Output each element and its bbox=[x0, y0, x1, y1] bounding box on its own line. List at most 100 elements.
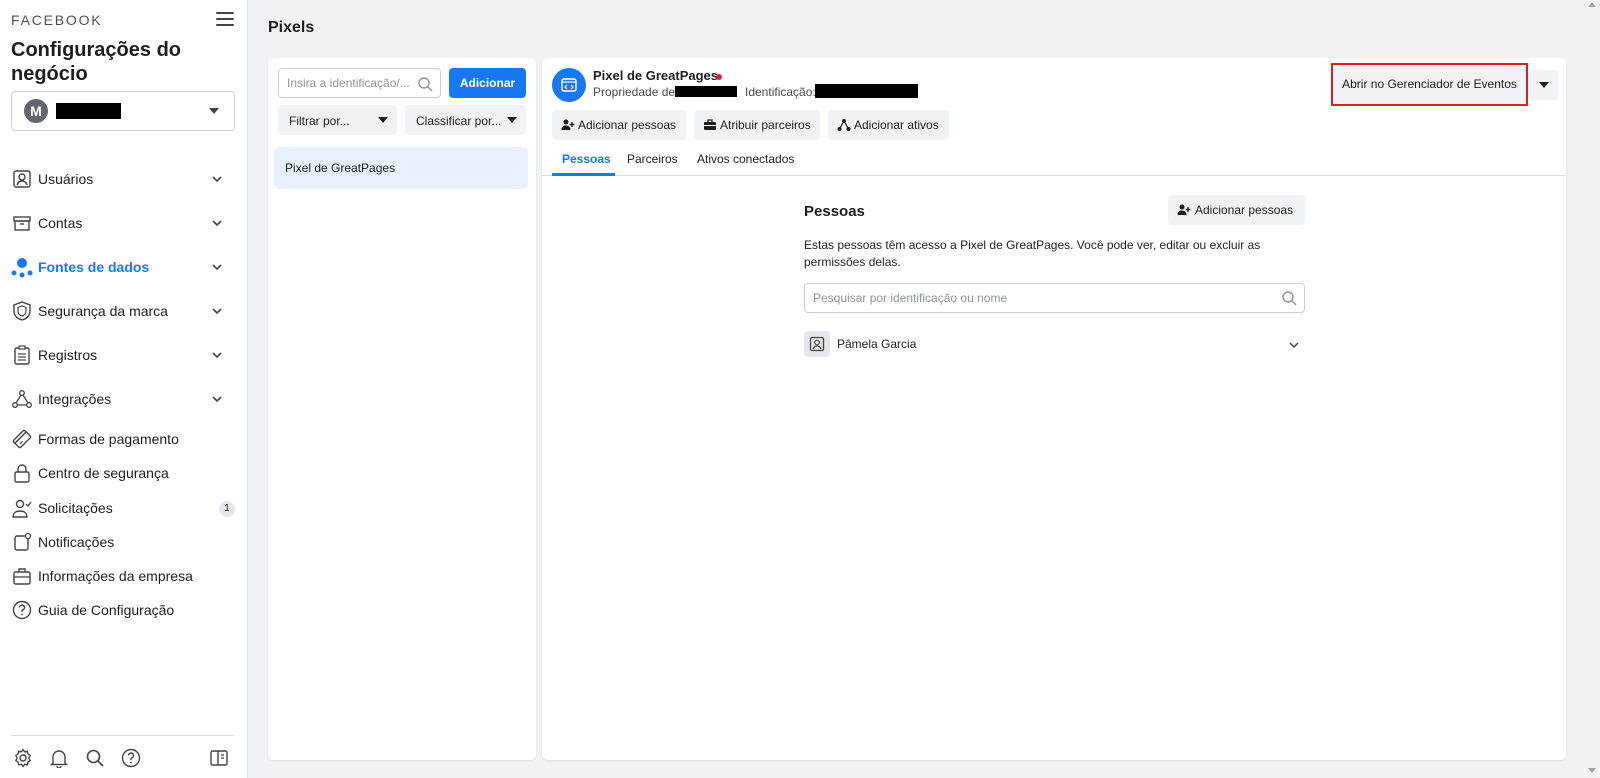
sidebar-item-brand-safety[interactable]: Segurança da marca bbox=[0, 295, 248, 327]
notification-icon bbox=[11, 531, 33, 553]
chevron-down-icon bbox=[212, 352, 222, 359]
scroll-up-arrow[interactable] bbox=[1588, 2, 1596, 7]
assign-partners-button[interactable]: Atribuir parceiros bbox=[694, 110, 820, 140]
list-item[interactable]: Pixel de GreatPages bbox=[274, 147, 528, 189]
sidebar-item-label: Solicitações bbox=[38, 500, 113, 516]
pixel-search[interactable] bbox=[278, 68, 441, 98]
requests-count-badge: 1 bbox=[219, 501, 235, 517]
redacted-owner bbox=[675, 86, 737, 97]
menu-icon[interactable] bbox=[216, 12, 234, 28]
add-people-button[interactable]: Adicionar pessoas bbox=[552, 110, 686, 140]
help-icon[interactable] bbox=[121, 748, 141, 768]
sidebar-item-label: Notificações bbox=[38, 534, 115, 550]
chevron-down-icon bbox=[212, 264, 222, 271]
data-sources-icon bbox=[11, 256, 33, 278]
redacted-id bbox=[815, 84, 918, 98]
sidebar-item-label: Segurança da marca bbox=[38, 303, 168, 319]
sidebar-item-setup-guide[interactable]: Guia de Configuração bbox=[0, 594, 248, 626]
business-settings-title: Configurações do negócio bbox=[11, 39, 182, 85]
sidebar-item-requests[interactable]: Solicitações 1 bbox=[0, 492, 248, 524]
sidebar-item-label: Centro de segurança bbox=[38, 465, 169, 481]
active-tab-indicator bbox=[552, 173, 615, 176]
add-person-icon bbox=[1177, 204, 1191, 215]
filter-dropdown[interactable]: Filtrar por... bbox=[278, 105, 397, 135]
pixel-detail-panel: Pixel de GreatPages Propriedade de: Iden… bbox=[542, 58, 1566, 760]
sort-dropdown[interactable]: Classificar por... bbox=[405, 105, 526, 135]
briefcase-icon bbox=[704, 119, 716, 130]
person-icon bbox=[804, 331, 830, 357]
chevron-down-icon bbox=[212, 308, 222, 315]
sidebar-item-business-info[interactable]: Informações da empresa bbox=[0, 560, 248, 592]
panel-toggle-icon[interactable] bbox=[209, 748, 229, 768]
assign-partners-label: Atribuir parceiros bbox=[720, 118, 811, 132]
integrations-icon bbox=[11, 388, 33, 410]
gear-icon[interactable] bbox=[13, 748, 33, 768]
search-icon[interactable] bbox=[85, 748, 105, 768]
chevron-down-icon[interactable] bbox=[1288, 339, 1300, 351]
add-pixel-button[interactable]: Adicionar bbox=[449, 68, 526, 98]
add-assets-button[interactable]: Adicionar ativos bbox=[828, 110, 949, 140]
search-icon bbox=[1282, 291, 1297, 306]
people-description: Estas pessoas têm acesso a Pixel de Grea… bbox=[804, 238, 1261, 269]
chevron-down-icon bbox=[212, 220, 222, 227]
more-options-dropdown[interactable] bbox=[1530, 70, 1558, 100]
pixel-search-input[interactable] bbox=[287, 76, 417, 90]
lock-icon bbox=[11, 462, 33, 484]
sidebar-item-notifications[interactable]: Notificações bbox=[0, 526, 248, 558]
credit-card-icon bbox=[11, 428, 33, 450]
sidebar-item-label: Contas bbox=[38, 215, 83, 231]
sidebar-item-label: Integrações bbox=[38, 391, 112, 407]
avatar: M bbox=[24, 99, 48, 123]
caret-down-icon bbox=[507, 117, 517, 123]
add-people-secondary-button[interactable]: Adicionar pessoas bbox=[1168, 195, 1305, 225]
sidebar-item-label: Usuários bbox=[38, 171, 94, 187]
sidebar-item-label: Formas de pagamento bbox=[38, 431, 179, 447]
sidebar-footer bbox=[11, 735, 235, 778]
tab-people[interactable]: Pessoas bbox=[562, 152, 611, 166]
sidebar-item-accounts[interactable]: Contas bbox=[0, 207, 248, 239]
sidebar-item-security-center[interactable]: Centro de segurança bbox=[0, 457, 248, 489]
pixel-list-panel: Adicionar Filtrar por... Classificar por… bbox=[268, 58, 536, 760]
add-people-label: Adicionar pessoas bbox=[1195, 203, 1294, 217]
sidebar-item-label: Registros bbox=[38, 347, 98, 363]
page-title: Pixels bbox=[268, 19, 315, 36]
filter-label: Filtrar por... bbox=[289, 114, 350, 128]
sidebar-item-label: Guia de Configuração bbox=[38, 602, 175, 618]
people-search[interactable] bbox=[804, 283, 1305, 313]
sort-label: Classificar por... bbox=[416, 114, 502, 128]
person-check-icon bbox=[11, 497, 33, 519]
help-icon bbox=[11, 599, 33, 621]
id-label: Identificação: bbox=[745, 85, 816, 99]
account-selector[interactable]: M bbox=[11, 91, 235, 131]
pixel-icon bbox=[552, 68, 586, 102]
sidebar-item-label: Fontes de dados bbox=[38, 259, 150, 275]
sidebar-item-data-sources[interactable]: Fontes de dados bbox=[0, 251, 248, 283]
accounts-icon bbox=[11, 212, 33, 234]
caret-down-icon bbox=[378, 117, 388, 123]
owner-label: Propriedade de: bbox=[593, 85, 679, 99]
scroll-down-arrow[interactable] bbox=[1588, 768, 1596, 773]
chevron-down-icon bbox=[212, 396, 222, 403]
integrations-icon bbox=[837, 119, 851, 131]
people-search-input[interactable] bbox=[813, 291, 1273, 305]
sidebar-item-records[interactable]: Registros bbox=[0, 339, 248, 371]
sidebar-item-users[interactable]: Usuários bbox=[0, 163, 248, 195]
bell-icon[interactable] bbox=[49, 748, 69, 768]
chevron-down-icon bbox=[212, 176, 222, 183]
tab-connected-assets[interactable]: Ativos conectados bbox=[697, 152, 794, 166]
pixel-name: Pixel de GreatPages bbox=[593, 68, 719, 83]
add-person-icon bbox=[561, 119, 575, 130]
list-item[interactable]: Pâmela Garcia bbox=[804, 331, 1305, 359]
tab-partners[interactable]: Parceiros bbox=[627, 152, 678, 166]
shield-icon bbox=[11, 300, 33, 322]
people-heading: Pessoas bbox=[804, 203, 865, 220]
sidebar-item-payment-methods[interactable]: Formas de pagamento bbox=[0, 423, 248, 455]
open-events-manager-button[interactable]: Abrir no Gerenciador de Eventos bbox=[1331, 63, 1528, 106]
status-dot bbox=[716, 74, 722, 80]
briefcase-icon bbox=[11, 565, 33, 587]
brand-logo: FACEBOOK bbox=[11, 12, 103, 28]
sidebar-item-integrations[interactable]: Integrações bbox=[0, 383, 248, 415]
sidebar: FACEBOOK Configurações do negócio M Usuá… bbox=[0, 0, 248, 778]
users-icon bbox=[11, 168, 33, 190]
sidebar-item-label: Informações da empresa bbox=[38, 568, 193, 584]
